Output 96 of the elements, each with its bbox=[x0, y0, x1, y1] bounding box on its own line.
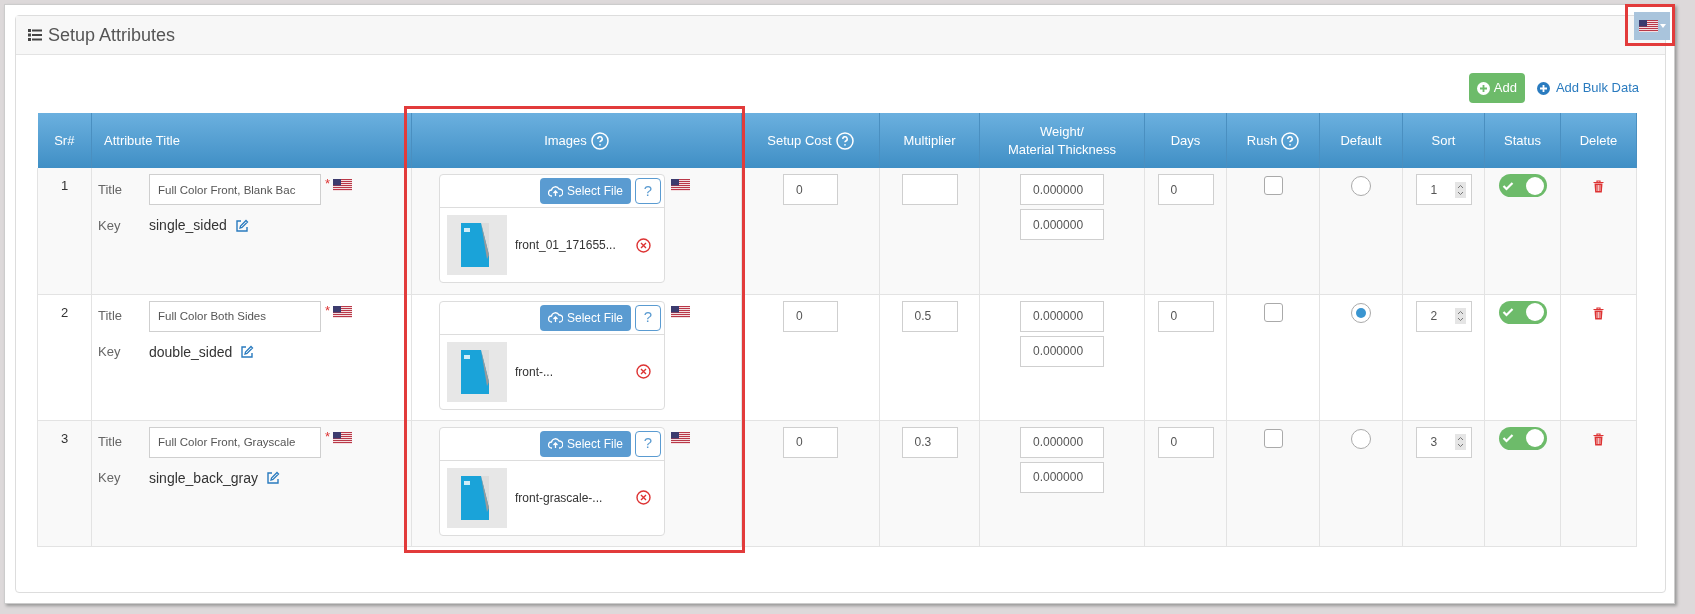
rush-checkbox[interactable] bbox=[1263, 302, 1283, 322]
remove-icon[interactable] bbox=[636, 237, 651, 253]
stepper-arrows-icon bbox=[1454, 181, 1466, 198]
status-toggle[interactable] bbox=[1498, 300, 1547, 324]
column-header: Default bbox=[1340, 131, 1382, 150]
help-icon[interactable] bbox=[835, 131, 854, 150]
required-asterisk: * bbox=[325, 427, 331, 446]
cloud-upload-icon bbox=[547, 312, 563, 323]
column-header: Delete bbox=[1579, 131, 1618, 150]
field-label: Key bbox=[98, 216, 122, 235]
setup-cost-input[interactable]: 0 bbox=[783, 300, 838, 332]
column-header: Multiplier bbox=[903, 131, 956, 150]
column-header: Sort bbox=[1431, 131, 1456, 150]
title-input[interactable]: Full Color Front, Blank Bac bbox=[149, 174, 321, 205]
remove-icon[interactable] bbox=[636, 364, 651, 379]
check-icon bbox=[1501, 433, 1514, 443]
days-input[interactable]: 0 bbox=[1157, 426, 1214, 458]
multiplier-input[interactable]: 0.5 bbox=[901, 300, 958, 332]
field-label: Key bbox=[98, 343, 122, 362]
panel-title: Setup Attributes bbox=[48, 23, 176, 47]
trash-icon[interactable] bbox=[1593, 180, 1604, 194]
key-text: single_sided bbox=[149, 216, 227, 235]
file-name: front_01_171655... bbox=[515, 237, 617, 254]
column-header: Status bbox=[1504, 131, 1541, 150]
cloud-upload-icon bbox=[547, 185, 563, 197]
setup-cost-input[interactable]: 0 bbox=[783, 174, 838, 205]
field-label: Key bbox=[98, 469, 122, 488]
column-header: Setup Cost bbox=[767, 131, 832, 150]
rush-checkbox[interactable] bbox=[1263, 176, 1283, 195]
default-radio[interactable] bbox=[1351, 176, 1371, 196]
weight-input[interactable]: 0.000000 bbox=[1020, 174, 1104, 205]
days-input[interactable]: 0 bbox=[1157, 300, 1214, 332]
plus-circle-icon bbox=[1536, 81, 1550, 95]
list-icon bbox=[28, 29, 42, 41]
stepper-arrows-icon bbox=[1454, 308, 1466, 324]
edit-icon[interactable] bbox=[240, 345, 255, 359]
title-input[interactable]: Full Color Front, Grayscale bbox=[149, 426, 321, 458]
highlight-frame bbox=[1625, 4, 1675, 46]
required-asterisk: * bbox=[325, 301, 331, 320]
language-button[interactable] bbox=[1634, 12, 1670, 40]
key-text: single_back_gray bbox=[149, 468, 258, 488]
add-bulk-data-link[interactable]: Add Bulk Data bbox=[1555, 78, 1639, 98]
check-icon bbox=[1501, 180, 1514, 191]
us-flag-icon bbox=[333, 305, 353, 318]
weight-input[interactable]: 0.000000 bbox=[1020, 335, 1104, 367]
title-input[interactable]: Full Color Both Sides bbox=[149, 300, 321, 332]
edit-icon[interactable] bbox=[265, 471, 280, 485]
field-label: Title bbox=[98, 180, 124, 199]
setup-cost-input[interactable]: 0 bbox=[783, 426, 838, 458]
check-icon bbox=[1501, 307, 1514, 317]
weight-input[interactable]: 0.000000 bbox=[1020, 300, 1104, 332]
column-header: Weight/ Material Thickness bbox=[1007, 123, 1117, 159]
status-toggle[interactable] bbox=[1498, 426, 1547, 450]
required-asterisk: * bbox=[325, 175, 331, 193]
row-number: 2 bbox=[60, 304, 69, 320]
us-flag-icon bbox=[671, 431, 690, 444]
column-header: Days bbox=[1170, 131, 1201, 150]
row-number: 3 bbox=[60, 430, 69, 446]
edit-icon[interactable] bbox=[234, 218, 249, 233]
us-flag-icon bbox=[333, 179, 353, 191]
trash-icon[interactable] bbox=[1593, 432, 1604, 446]
file-name: front-... bbox=[515, 363, 554, 381]
weight-input[interactable]: 0.000000 bbox=[1020, 426, 1104, 458]
sort-stepper[interactable]: 3 bbox=[1415, 426, 1472, 458]
file-name: front-grascale-... bbox=[515, 489, 604, 507]
sort-stepper[interactable]: 2 bbox=[1415, 300, 1472, 332]
trash-icon[interactable] bbox=[1593, 306, 1604, 320]
multiplier-input[interactable] bbox=[901, 174, 958, 205]
key-text: double_sided bbox=[149, 342, 233, 362]
rush-checkbox[interactable] bbox=[1263, 428, 1283, 448]
us-flag-icon bbox=[1638, 20, 1658, 32]
sort-stepper[interactable]: 1 bbox=[1415, 174, 1472, 205]
plus-circle-icon bbox=[1476, 81, 1490, 95]
help-icon[interactable] bbox=[1281, 131, 1300, 150]
column-header: Images bbox=[544, 131, 587, 150]
field-label: Title bbox=[98, 307, 124, 326]
help-icon[interactable] bbox=[590, 131, 609, 150]
row-number: 1 bbox=[60, 178, 69, 193]
caret-icon bbox=[1659, 24, 1666, 28]
days-input[interactable]: 0 bbox=[1157, 174, 1214, 205]
column-header: Attribute Title bbox=[104, 131, 180, 150]
field-label: Title bbox=[98, 433, 124, 452]
column-header: Rush bbox=[1246, 131, 1278, 150]
us-flag-icon bbox=[671, 305, 690, 318]
status-toggle[interactable] bbox=[1498, 174, 1547, 197]
default-radio[interactable] bbox=[1351, 428, 1371, 449]
default-radio[interactable] bbox=[1351, 302, 1371, 323]
weight-input[interactable]: 0.000000 bbox=[1020, 461, 1104, 493]
remove-icon[interactable] bbox=[636, 490, 651, 505]
us-flag-icon bbox=[671, 179, 690, 191]
column-header: Sr# bbox=[54, 131, 75, 150]
weight-input[interactable]: 0.000000 bbox=[1020, 209, 1104, 240]
us-flag-icon bbox=[333, 431, 353, 444]
stepper-arrows-icon bbox=[1454, 434, 1466, 450]
multiplier-input[interactable]: 0.3 bbox=[901, 426, 958, 458]
cloud-upload-icon bbox=[547, 438, 563, 449]
